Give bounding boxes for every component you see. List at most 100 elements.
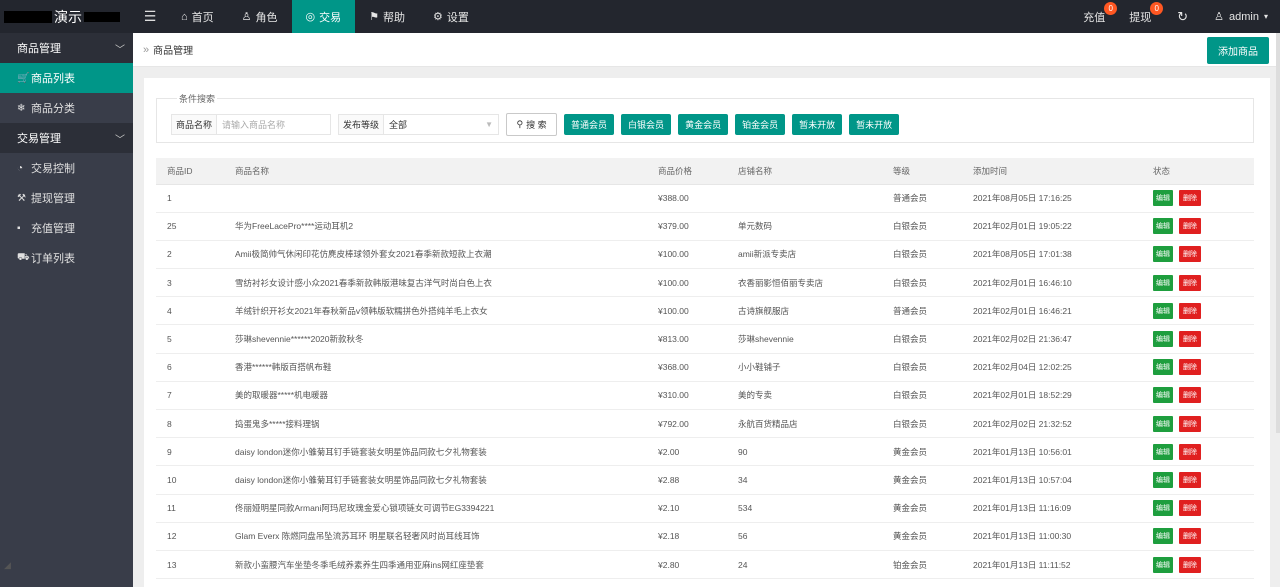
filter-level-silver-button[interactable]: 白银会员 — [621, 114, 672, 135]
table-row: 25 华为FreeLacePro****运动耳机2 ¥379.00 单元数码 白银会员 2… — [156, 212, 1254, 241]
top-right-tools: 充值 0 提现 0 ↻ ♙ admin ▾ — [1071, 0, 1280, 33]
edit-button[interactable]: 编辑 — [1153, 387, 1173, 404]
cell-time: 2021年02月01日 19:05:22 — [962, 212, 1142, 241]
sidebar-item-order-list[interactable]: ⛟ 订单列表 — [0, 243, 133, 273]
delete-button[interactable]: 删除 — [1179, 359, 1201, 376]
nav-help[interactable]: ⚑ 帮助 — [355, 0, 419, 33]
cell-name: daisy london迷你小雏菊耳钉手链套装女明星饰品同款七夕礼物套装 — [224, 437, 647, 467]
edit-button[interactable]: 编辑 — [1153, 500, 1173, 517]
sidebar-group-label: 交易管理 — [17, 133, 61, 145]
delete-button[interactable]: 删除 — [1179, 274, 1201, 291]
cell-shop: 单元数码 — [727, 212, 882, 241]
edit-button[interactable]: 编辑 — [1153, 218, 1173, 235]
delete-button[interactable]: 删除 — [1179, 415, 1201, 432]
goods-table: 商品ID 商品名称 商品价格 店铺名称 等级 添加时间 状态 1 ¥388.00 普… — [156, 158, 1254, 580]
delete-button[interactable]: 删除 — [1179, 443, 1201, 460]
cell-price: ¥2.18 — [647, 522, 727, 551]
nav-home[interactable]: ⌂ 首页 — [167, 0, 228, 33]
delete-button[interactable]: 删除 — [1179, 331, 1201, 348]
recharge-label: 充值 — [1083, 11, 1106, 24]
cell-shop: 90 — [727, 437, 882, 467]
recharge-link[interactable]: 充值 0 — [1071, 0, 1118, 33]
sidebar-item-goods-category[interactable]: ❄ 商品分类 — [0, 93, 133, 123]
chevron-down-icon: ﹀ — [115, 134, 125, 146]
breadcrumb-current[interactable]: 商品管理 — [153, 42, 193, 57]
nav-trade[interactable]: ◎ 交易 — [291, 0, 356, 33]
table-row: 8 捣蛋鬼多*****接料理锅 ¥792.00 永航百货精品店 白银会员 2021年02月… — [156, 409, 1254, 439]
edit-button[interactable]: 编辑 — [1153, 331, 1173, 348]
row-actions: 编辑 删除 — [1153, 274, 1254, 291]
row-actions: 编辑 删除 — [1153, 190, 1254, 207]
nav-settings[interactable]: ⚙ 设置 — [419, 0, 483, 33]
double-chevron-icon: » — [143, 43, 150, 56]
search-button[interactable]: ⚲ 搜 索 — [506, 113, 558, 136]
edit-button[interactable]: 编辑 — [1153, 246, 1173, 263]
row-actions: 编辑 删除 — [1153, 359, 1254, 376]
delete-button[interactable]: 删除 — [1179, 190, 1201, 207]
cell-id: 12 — [156, 522, 224, 551]
app-logo[interactable]: 演示 — [0, 0, 133, 33]
sidebar-item-label: 商品列表 — [31, 73, 75, 85]
table-row: 10 daisy london迷你小雏菊耳钉手链套装女明星饰品同款七夕礼物套装 ¥2… — [156, 465, 1254, 495]
sidebar-group-trade[interactable]: 交易管理 ﹀ — [0, 123, 133, 153]
cell-time: 2021年02月02日 21:36:47 — [962, 324, 1142, 354]
cell-shop: 56 — [727, 522, 882, 551]
cell-shop: 永航百货精品店 — [727, 409, 882, 439]
search-fieldset: 条件搜索 商品名称 请输入商品名称 发布等级 全部 ▼ ⚲ 搜 索 普通会员 白… — [156, 92, 1254, 143]
delete-button[interactable]: 删除 — [1179, 302, 1201, 319]
chevron-down-icon: ﹀ — [115, 44, 125, 56]
user-icon: ♙ — [241, 11, 252, 23]
cell-id: 8 — [156, 409, 224, 439]
delete-button[interactable]: 删除 — [1179, 528, 1201, 545]
sidebar-item-trade-control[interactable]: ◔ 交易控制 — [0, 153, 133, 183]
filter-level-closed-button[interactable]: 暂未开放 — [792, 114, 843, 135]
breadcrumb: » 商品管理 添加商品 — [133, 33, 1280, 67]
add-goods-button[interactable]: 添加商品 — [1207, 37, 1269, 64]
edit-button[interactable]: 编辑 — [1153, 190, 1173, 207]
withdraw-link[interactable]: 提现 0 — [1117, 0, 1164, 33]
table-row: 13 新款小蛮腰汽车坐垫冬季毛绒养素养生四季通用亚麻ins网红座垫套 ¥2.80 24… — [156, 550, 1254, 580]
cell-actions: 编辑 删除 — [1142, 465, 1254, 495]
cell-actions: 编辑 删除 — [1142, 324, 1254, 354]
delete-button[interactable]: 删除 — [1179, 218, 1201, 235]
sidebar-item-recharge-manage[interactable]: ▪ 充值管理 — [0, 213, 133, 243]
level-select[interactable]: 全部 ▼ — [384, 114, 500, 135]
table-row: 11 佟丽娅明星同款Armani阿玛尼玫瑰金爱心锁项链女可调节EG3394221 ¥… — [156, 494, 1254, 523]
sidebar-group-goods[interactable]: 商品管理 ﹀ — [0, 33, 133, 63]
filter-level-ordinary-button[interactable]: 普通会员 — [564, 114, 615, 135]
delete-button[interactable]: 删除 — [1179, 471, 1201, 488]
cell-shop — [727, 184, 882, 213]
edit-button[interactable]: 编辑 — [1153, 556, 1173, 573]
sidebar-resize-icon[interactable]: ◢ — [4, 560, 11, 571]
withdraw-label: 提现 — [1129, 11, 1152, 24]
filter-level-gold-button[interactable]: 黄金会员 — [678, 114, 729, 135]
page-scrollbar[interactable] — [1276, 33, 1280, 433]
delete-button[interactable]: 删除 — [1179, 500, 1201, 517]
sidebar-item-withdraw-manage[interactable]: ⚒ 提现管理 — [0, 183, 133, 213]
nav-role[interactable]: ♙ 角色 — [228, 0, 292, 33]
filter-level-closed-button-2[interactable]: 暂未开放 — [849, 114, 900, 135]
delete-button[interactable]: 删除 — [1179, 556, 1201, 573]
sidebar-item-label: 订单列表 — [31, 253, 75, 265]
edit-button[interactable]: 编辑 — [1153, 443, 1173, 460]
menu-toggle-icon[interactable]: ☰ — [133, 0, 167, 33]
edit-button[interactable]: 编辑 — [1153, 359, 1173, 376]
gavel-icon: ⚒ — [17, 192, 26, 204]
cell-level: 黄金会员 — [882, 437, 962, 467]
user-menu[interactable]: ♙ admin ▾ — [1202, 0, 1280, 33]
edit-button[interactable]: 编辑 — [1153, 471, 1173, 488]
row-actions: 编辑 删除 — [1153, 415, 1254, 432]
refresh-icon[interactable]: ↻ — [1163, 0, 1202, 33]
filter-level-platinum-button[interactable]: 铂金会员 — [735, 114, 786, 135]
edit-button[interactable]: 编辑 — [1153, 415, 1173, 432]
search-icon: ⚲ — [516, 119, 524, 129]
logo-mark — [4, 10, 52, 23]
delete-button[interactable]: 删除 — [1179, 246, 1201, 263]
delete-button[interactable]: 删除 — [1179, 387, 1201, 404]
edit-button[interactable]: 编辑 — [1153, 274, 1173, 291]
goods-name-input[interactable]: 请输入商品名称 — [217, 114, 332, 135]
edit-button[interactable]: 编辑 — [1153, 528, 1173, 545]
sidebar-item-goods-list[interactable]: 🛒 商品列表 — [0, 63, 133, 93]
edit-button[interactable]: 编辑 — [1153, 302, 1173, 319]
cell-price: ¥388.00 — [647, 184, 727, 213]
